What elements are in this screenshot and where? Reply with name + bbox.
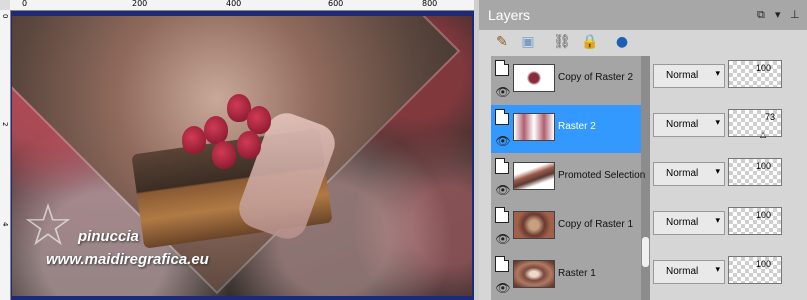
- opacity-slider[interactable]: 100: [728, 256, 782, 284]
- layer-name: Copy of Raster 1: [558, 219, 634, 230]
- layer-props: Normal ▾ 100: [650, 154, 807, 202]
- layer-page-icon[interactable]: [495, 256, 509, 272]
- layer-page-icon[interactable]: [495, 109, 509, 125]
- dropdown-arrow-icon: ▾: [715, 265, 720, 275]
- dropdown-arrow-icon[interactable]: ▾: [775, 8, 781, 21]
- group-icon[interactable]: ▣: [519, 33, 537, 51]
- layer-page-icon[interactable]: [495, 60, 509, 76]
- pin-icon[interactable]: ⊥: [790, 8, 800, 21]
- scrollbar-thumb[interactable]: [642, 237, 649, 267]
- layer-page-icon[interactable]: [495, 158, 509, 174]
- panel-header: Layers ⧉ ▾ ⊥: [479, 0, 807, 30]
- slider-marker-icon: △: [760, 130, 767, 139]
- opacity-slider[interactable]: 100: [728, 60, 782, 88]
- layer-row[interactable]: 👁 Copy of Raster 1: [491, 203, 641, 251]
- layers-panel: Layers ⧉ ▾ ⊥ ✎ ▣ ⛓ 🔒 ● 👁 Copy of Raster …: [479, 0, 807, 300]
- star-logo-icon: ☆: [22, 191, 74, 259]
- layer-props: Normal ▾ 100: [650, 252, 807, 300]
- mask-icon[interactable]: ●: [613, 33, 631, 51]
- watermark-name: pinuccia: [78, 228, 139, 245]
- blend-mode-dropdown[interactable]: Normal ▾: [653, 64, 725, 88]
- lock-icon[interactable]: 🔒: [581, 33, 599, 51]
- horizontal-ruler: 0 200 400 600 800: [10, 0, 474, 11]
- layer-row[interactable]: 👁 Promoted Selection: [491, 154, 645, 202]
- layer-row[interactable]: 👁 Raster 1: [491, 252, 641, 300]
- blend-mode-dropdown[interactable]: Normal ▾: [653, 260, 725, 284]
- ruler-corner: [0, 0, 10, 10]
- layer-props: Normal ▾ 100: [650, 56, 807, 104]
- layer-name: Raster 2: [558, 121, 596, 132]
- blend-mode-dropdown[interactable]: Normal ▾: [653, 211, 725, 235]
- image-canvas[interactable]: ☆ pinuccia www.maidiregrafica.eu: [12, 16, 472, 296]
- eye-icon[interactable]: 👁: [495, 84, 511, 100]
- layer-props: Normal ▾ 100: [650, 203, 807, 251]
- canvas-area[interactable]: 0 200 400 600 800 0 2 4 ☆ pinuccia www.m…: [0, 0, 474, 300]
- layer-row[interactable]: 👁 Copy of Raster 2: [491, 56, 641, 104]
- layer-thumbnail: [513, 260, 555, 288]
- panel-title: Layers: [488, 7, 531, 23]
- layer-thumbnail: [513, 113, 555, 141]
- layer-name: Raster 1: [558, 268, 596, 279]
- ruler-label: 200: [132, 0, 148, 8]
- layer-properties-icon[interactable]: ✎: [493, 33, 511, 51]
- layer-props: Normal ▾ 73 △: [650, 105, 807, 153]
- ruler-label: 800: [422, 0, 438, 8]
- watermark-url: www.maidiregrafica.eu: [46, 251, 209, 268]
- opacity-slider[interactable]: 100: [728, 158, 782, 186]
- dropdown-arrow-icon: ▾: [715, 167, 720, 177]
- vertical-ruler: 0 2 4: [0, 10, 11, 300]
- layer-thumbnail: [513, 64, 555, 92]
- restore-icon[interactable]: ⧉: [757, 8, 765, 22]
- ruler-label: 4: [1, 222, 9, 227]
- eye-icon[interactable]: 👁: [495, 280, 511, 296]
- ruler-label: 0: [1, 14, 9, 19]
- layer-thumbnail: [513, 211, 555, 239]
- roses-image: [182, 86, 292, 169]
- dropdown-arrow-icon: ▾: [715, 118, 720, 128]
- layer-page-icon[interactable]: [495, 207, 509, 223]
- layer-thumbnail: [513, 162, 555, 190]
- blend-mode-dropdown[interactable]: Normal ▾: [653, 113, 725, 137]
- ruler-label: 2: [1, 122, 9, 127]
- dropdown-arrow-icon: ▾: [715, 216, 720, 226]
- blend-mode-dropdown[interactable]: Normal ▾: [653, 162, 725, 186]
- ruler-label: 0: [22, 0, 28, 8]
- ruler-label: 400: [226, 0, 242, 8]
- layers-toolbar: ✎ ▣ ⛓ 🔒 ●: [479, 30, 807, 56]
- link-icon[interactable]: ⛓: [553, 33, 571, 51]
- eye-icon[interactable]: 👁: [495, 231, 511, 247]
- opacity-slider[interactable]: 100: [728, 207, 782, 235]
- eye-icon[interactable]: 👁: [495, 133, 511, 149]
- layer-name: Copy of Raster 2: [558, 72, 634, 83]
- layer-row[interactable]: 👁 Raster 2: [491, 105, 641, 153]
- eye-icon[interactable]: 👁: [495, 182, 511, 198]
- layer-name: Promoted Selection: [558, 170, 646, 181]
- dropdown-arrow-icon: ▾: [715, 69, 720, 79]
- ruler-label: 600: [328, 0, 344, 8]
- opacity-slider[interactable]: 73 △: [728, 109, 782, 139]
